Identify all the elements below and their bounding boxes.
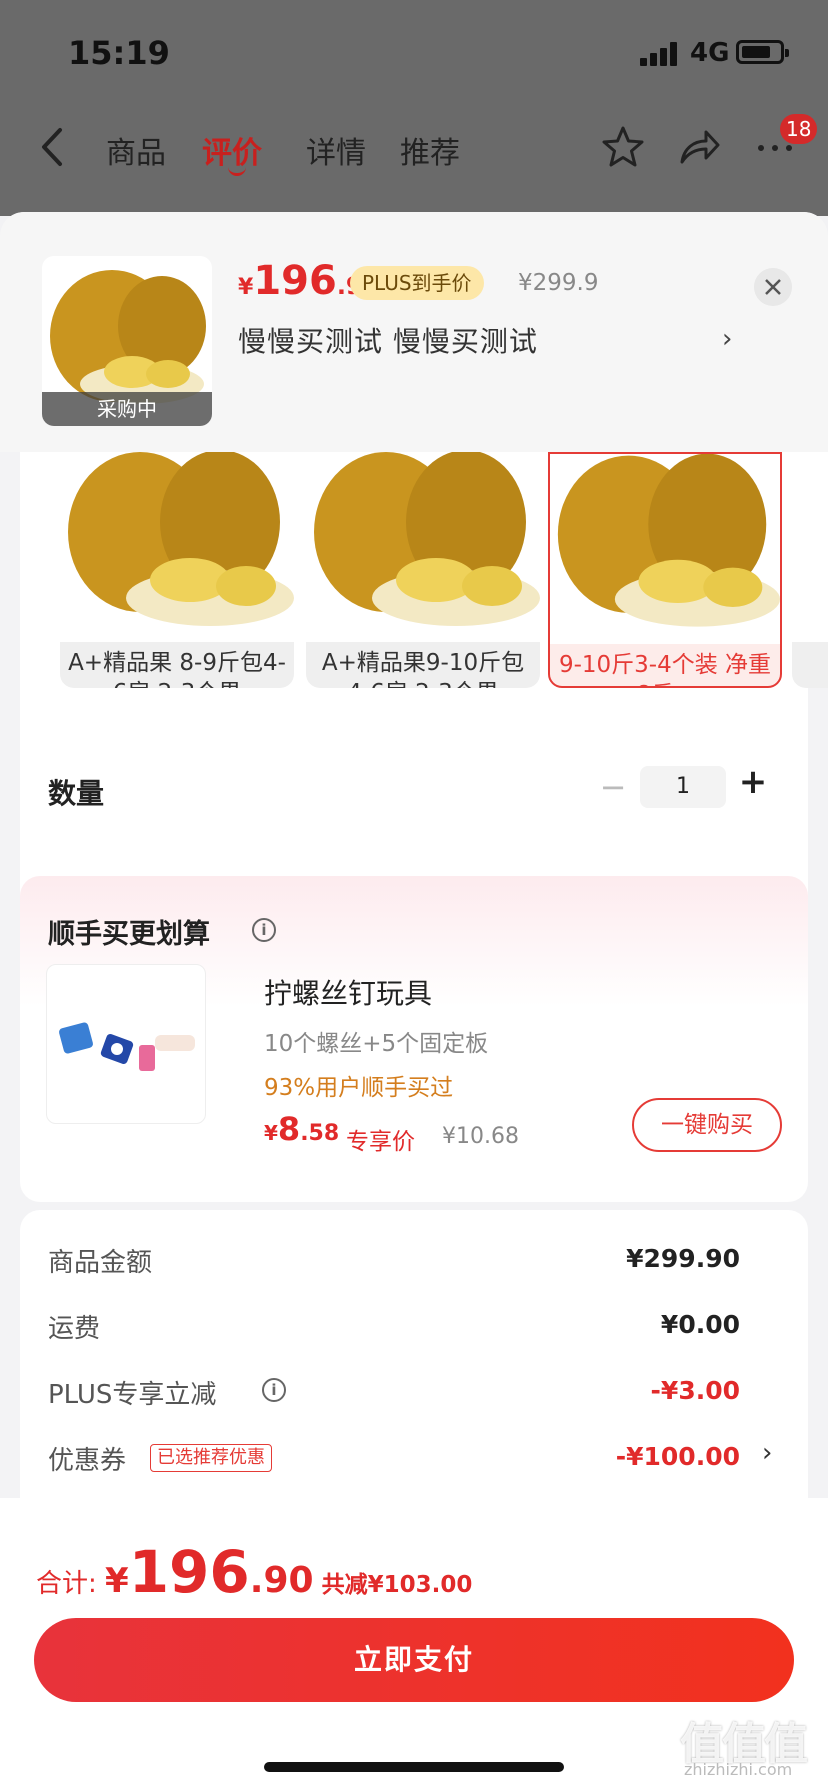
tab-product[interactable]: 商品 — [106, 128, 166, 172]
addon-product-desc: 10个螺丝+5个固定板 — [264, 1031, 489, 1057]
variant-image — [550, 454, 780, 644]
checkout-footer: 合计: ¥196.90 共减¥103.00 立即支付 值值值 zhizhizhi.… — [0, 1498, 828, 1792]
share-icon[interactable] — [676, 124, 722, 170]
active-tab-indicator — [228, 166, 246, 176]
plus-price-tag: PLUS到手价 — [350, 266, 484, 300]
total-price: 合计: ¥196.90 共减¥103.00 — [36, 1538, 473, 1606]
variant-image — [306, 452, 540, 642]
selected-sku-name[interactable]: 慢慢买测试 慢慢买测试 — [238, 320, 538, 360]
status-bar: 15:19 4G — [0, 0, 828, 100]
quantity-increase-button[interactable]: + — [738, 762, 768, 806]
addon-purchase-stat: 93%用户顺手买过 — [264, 1075, 454, 1101]
chevron-right-icon[interactable]: › — [762, 1438, 772, 1468]
summary-value: -¥3.00 — [650, 1376, 740, 1405]
variant-label: A+精品果 8-9斤包4-6房 2-3个果 — [68, 650, 286, 688]
signal-icon — [640, 42, 680, 66]
info-icon[interactable]: i — [252, 918, 276, 942]
close-icon[interactable] — [754, 268, 792, 306]
info-icon[interactable]: i — [262, 1378, 286, 1402]
summary-value[interactable]: -¥100.00 — [616, 1442, 740, 1471]
variant-option-selected[interactable]: 9-10斤3-4个装 净重8斤+ — [548, 452, 782, 688]
battery-icon — [736, 40, 789, 64]
addon-price-tag: 专享价 — [346, 1129, 415, 1155]
notification-badge: 18 — [780, 114, 818, 144]
addon-section-title: 顺手买更划算 — [48, 919, 210, 950]
network-label: 4G — [690, 38, 730, 68]
quantity-decrease-button[interactable]: − — [598, 768, 628, 808]
variant-label: A+精品果9-10斤包4-6房 2-3个果 — [321, 650, 525, 688]
product-nav-bar: 商品 评价 详情 推荐 18 — [0, 110, 828, 190]
variant-image — [792, 452, 828, 642]
addon-product-name[interactable]: 拧螺丝钉玩具 — [264, 972, 432, 1012]
tab-recommend[interactable]: 推荐 — [400, 128, 460, 172]
summary-label: 优惠券 — [48, 1446, 127, 1476]
one-click-buy-button[interactable]: 一键购买 — [632, 1098, 782, 1152]
tab-details[interactable]: 详情 — [306, 128, 366, 172]
star-icon[interactable] — [600, 124, 646, 170]
quantity-label: 数量 — [48, 777, 105, 810]
addon-original-price: ¥10.68 — [442, 1124, 519, 1149]
variant-label: 1 — [792, 648, 828, 678]
current-price: ¥196.9 — [238, 258, 363, 304]
summary-label: PLUS专享立减 — [48, 1380, 217, 1410]
summary-value: ¥299.90 — [626, 1244, 740, 1273]
original-price: ¥299.9 — [518, 270, 599, 296]
variant-label: 9-10斤3-4个装 净重8斤+ — [558, 652, 772, 686]
variant-option[interactable]: 1 — [792, 452, 828, 688]
chevron-right-icon[interactable]: › — [722, 324, 732, 354]
variant-option[interactable]: A+精品果9-10斤包4-6房 2-3个果 — [306, 452, 540, 688]
screw-toy-image — [59, 1022, 195, 1071]
status-time: 15:19 — [68, 34, 170, 72]
home-indicator[interactable] — [264, 1762, 564, 1772]
summary-value: ¥0.00 — [660, 1310, 740, 1339]
summary-label: 运费 — [48, 1314, 101, 1344]
price-summary-card: 商品金额 ¥299.90 运费 ¥0.00 PLUS专享立减 i -¥3.00 … — [20, 1210, 808, 1530]
quantity-input[interactable]: 1 — [640, 766, 726, 808]
variant-image — [60, 452, 294, 642]
coupon-tag: 已选推荐优惠 — [150, 1444, 272, 1472]
pay-now-button[interactable]: 立即支付 — [34, 1618, 794, 1702]
summary-label: 商品金额 — [48, 1248, 153, 1278]
product-thumbnail: 采购中 — [42, 256, 212, 426]
selected-sku-header: 采购中 ¥196.9 PLUS到手价 ¥299.9 慢慢买测试 慢慢买测试 › — [0, 212, 828, 452]
addon-product-image[interactable] — [46, 964, 206, 1124]
watermark-url: zhizhizhi.com — [684, 1760, 793, 1779]
addon-card: 顺手买更划算 i 拧螺丝钉玩具 10个螺丝+5个固定板 93%用户顺手买过 ¥8… — [20, 876, 808, 1202]
back-icon[interactable] — [36, 122, 70, 172]
variant-option[interactable]: A+精品果 8-9斤包4-6房 2-3个果 — [60, 452, 294, 688]
variant-list: A+精品果 8-9斤包4-6房 2-3个果 A+精品果9-10斤包4-6房 2-… — [40, 452, 828, 688]
thumb-status-label: 采购中 — [42, 392, 212, 426]
addon-price: ¥8.58 — [264, 1110, 340, 1148]
